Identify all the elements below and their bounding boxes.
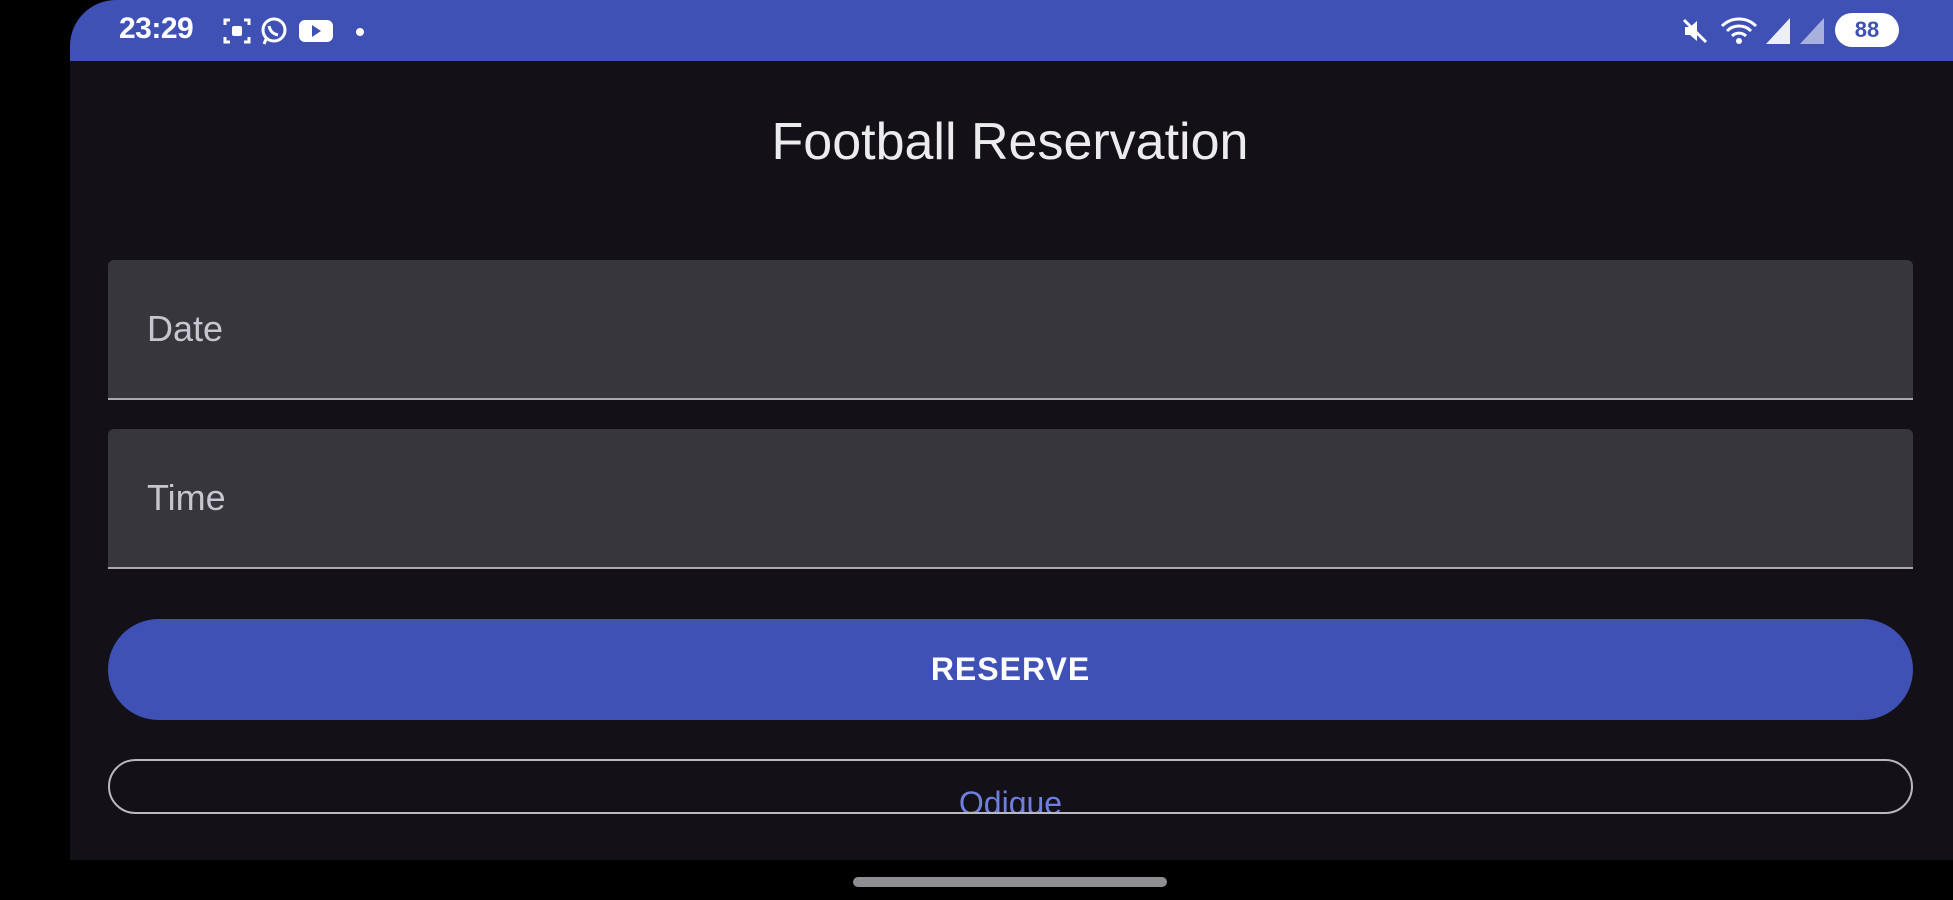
mute-icon [1680,16,1710,51]
date-field[interactable]: Date [108,260,1913,400]
time-field-label: Time [147,477,226,518]
notification-dot-icon [356,28,364,36]
page-title: Football Reservation [771,113,1249,171]
screen-record-icon [222,16,252,51]
battery-indicator: 88 [1835,13,1899,47]
date-field-label: Date [147,308,224,349]
cancel-button-label: Odique [958,785,1063,814]
whatsapp-icon [258,16,290,51]
wifi-icon [1720,16,1758,51]
home-indicator[interactable] [853,877,1167,887]
cancel-button[interactable]: Odique [108,759,1913,814]
signal-2-icon [1798,16,1826,51]
youtube-icon [298,16,334,51]
reserve-button[interactable]: RESERVE [108,619,1913,720]
time-field[interactable]: Time [108,429,1913,569]
status-bar: 23:29 88 [70,0,1953,61]
signal-icon [1764,16,1792,51]
phone-screen: 23:29 88 Football Reservation Date Time … [70,0,1953,860]
status-time: 23:29 [119,12,194,45]
